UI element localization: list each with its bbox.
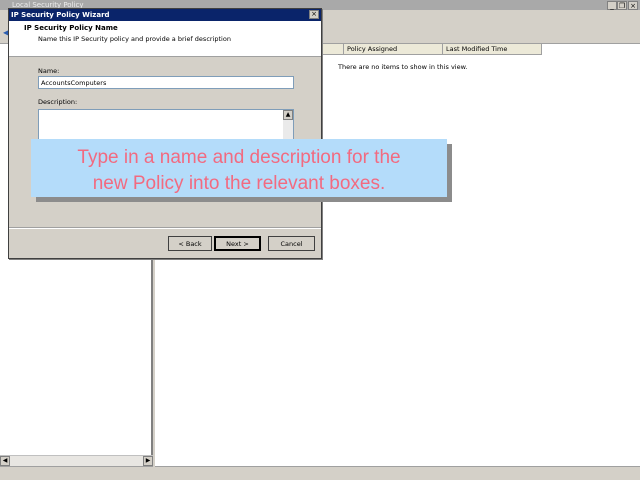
name-label: Name:: [38, 67, 60, 75]
wizard-header-title: IP Security Policy Name: [24, 24, 118, 32]
scroll-left-icon[interactable]: ◀: [0, 456, 10, 466]
name-field[interactable]: [38, 76, 294, 89]
tutorial-callout: Type in a name and description for the n…: [31, 139, 447, 197]
status-bar: [155, 466, 640, 480]
ip-security-policy-wizard: IP Security Policy Wizard × IP Security …: [8, 8, 322, 259]
wizard-title: IP Security Policy Wizard: [11, 11, 110, 19]
wizard-header-subtitle: Name this IP Security policy and provide…: [38, 35, 231, 43]
column-header-last-modified[interactable]: Last Modified Time: [443, 44, 542, 55]
close-button[interactable]: ×: [628, 1, 638, 10]
status-bar-left: [0, 466, 153, 480]
empty-list-message: There are no items to show in this view.: [338, 63, 468, 71]
cancel-button[interactable]: Cancel: [268, 236, 315, 251]
restore-button[interactable]: ❐: [617, 1, 627, 10]
description-label: Description:: [38, 98, 78, 106]
wizard-close-icon[interactable]: ×: [309, 10, 319, 19]
callout-line-2: new Policy into the relevant boxes.: [92, 173, 386, 194]
wizard-separator: [9, 227, 321, 229]
next-button[interactable]: Next >: [214, 236, 261, 251]
callout-text: Type in a name and description for the n…: [31, 145, 447, 197]
tree-horizontal-scrollbar[interactable]: ◀ ▶: [0, 455, 153, 466]
scroll-up-icon[interactable]: ▲: [283, 110, 293, 120]
scroll-right-icon[interactable]: ▶: [143, 456, 153, 466]
column-header-policy-assigned[interactable]: Policy Assigned: [344, 44, 443, 55]
minimize-button[interactable]: _: [607, 1, 617, 10]
callout-line-1: Type in a name and description for the: [77, 147, 401, 168]
back-button[interactable]: < Back: [168, 236, 212, 251]
